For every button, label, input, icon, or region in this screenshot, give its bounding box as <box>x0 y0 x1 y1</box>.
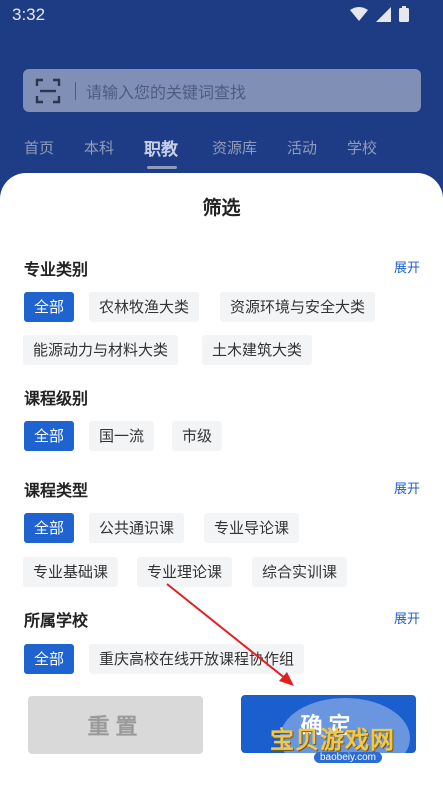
section-title-major-category: 专业类别 <box>24 260 89 279</box>
chip-major-energy[interactable]: 能源动力与材料大类 <box>23 335 179 365</box>
chip-type-practical[interactable]: 综合实训课 <box>252 557 348 587</box>
scan-icon[interactable] <box>35 78 61 104</box>
chip-type-all[interactable]: 全部 <box>24 513 75 543</box>
chip-major-civil[interactable]: 土木建筑大类 <box>202 335 313 365</box>
chip-school-chongqing[interactable]: 重庆高校在线开放课程协作组 <box>89 644 305 674</box>
signal-icon <box>376 6 391 22</box>
active-tab-indicator <box>147 166 177 169</box>
search-input[interactable]: 请输入您的关键词查找 <box>86 79 246 103</box>
chip-type-general[interactable]: 公共通识课 <box>89 513 185 543</box>
tab-vocational[interactable]: 职教 <box>144 135 178 160</box>
tab-undergraduate[interactable]: 本科 <box>84 137 114 158</box>
section-title-course-level: 课程级别 <box>24 389 89 408</box>
search-bar[interactable]: 请输入您的关键词查找 <box>23 69 421 112</box>
chip-type-theory[interactable]: 专业理论课 <box>137 557 233 587</box>
status-icons <box>350 6 409 22</box>
reset-button[interactable]: 重置 <box>28 696 203 754</box>
sheet-title: 筛选 <box>202 197 241 219</box>
nav-tabs: 首页 本科 职教 资源库 活动 学校 <box>0 133 443 173</box>
chip-level-all[interactable]: 全部 <box>24 421 75 451</box>
status-bar: 3:32 <box>0 0 443 30</box>
tab-resource-library[interactable]: 资源库 <box>212 137 257 158</box>
status-time: 3:32 <box>12 5 46 24</box>
chip-type-foundation[interactable]: 专业基础课 <box>23 557 119 587</box>
chip-school-all[interactable]: 全部 <box>24 644 75 674</box>
section-title-school: 所属学校 <box>24 611 89 630</box>
tab-schools[interactable]: 学校 <box>347 137 377 158</box>
search-divider <box>75 81 76 100</box>
chip-major-environment[interactable]: 资源环境与安全大类 <box>220 292 376 322</box>
tab-activities[interactable]: 活动 <box>287 137 317 158</box>
battery-icon <box>399 6 409 22</box>
confirm-button[interactable]: 确定 <box>241 695 416 753</box>
tab-home[interactable]: 首页 <box>24 137 54 158</box>
expand-major-category-link[interactable]: 展开 <box>394 257 420 276</box>
wifi-icon <box>350 6 368 21</box>
chip-level-city[interactable]: 市级 <box>172 421 223 451</box>
section-title-course-type: 课程类型 <box>24 481 89 500</box>
chip-major-all[interactable]: 全部 <box>24 292 75 322</box>
expand-school-link[interactable]: 展开 <box>394 608 420 627</box>
chip-major-agriculture[interactable]: 农林牧渔大类 <box>89 292 200 322</box>
chip-type-intro[interactable]: 专业导论课 <box>204 513 300 543</box>
expand-course-type-link[interactable]: 展开 <box>394 478 420 497</box>
chip-level-national[interactable]: 国一流 <box>89 421 155 451</box>
